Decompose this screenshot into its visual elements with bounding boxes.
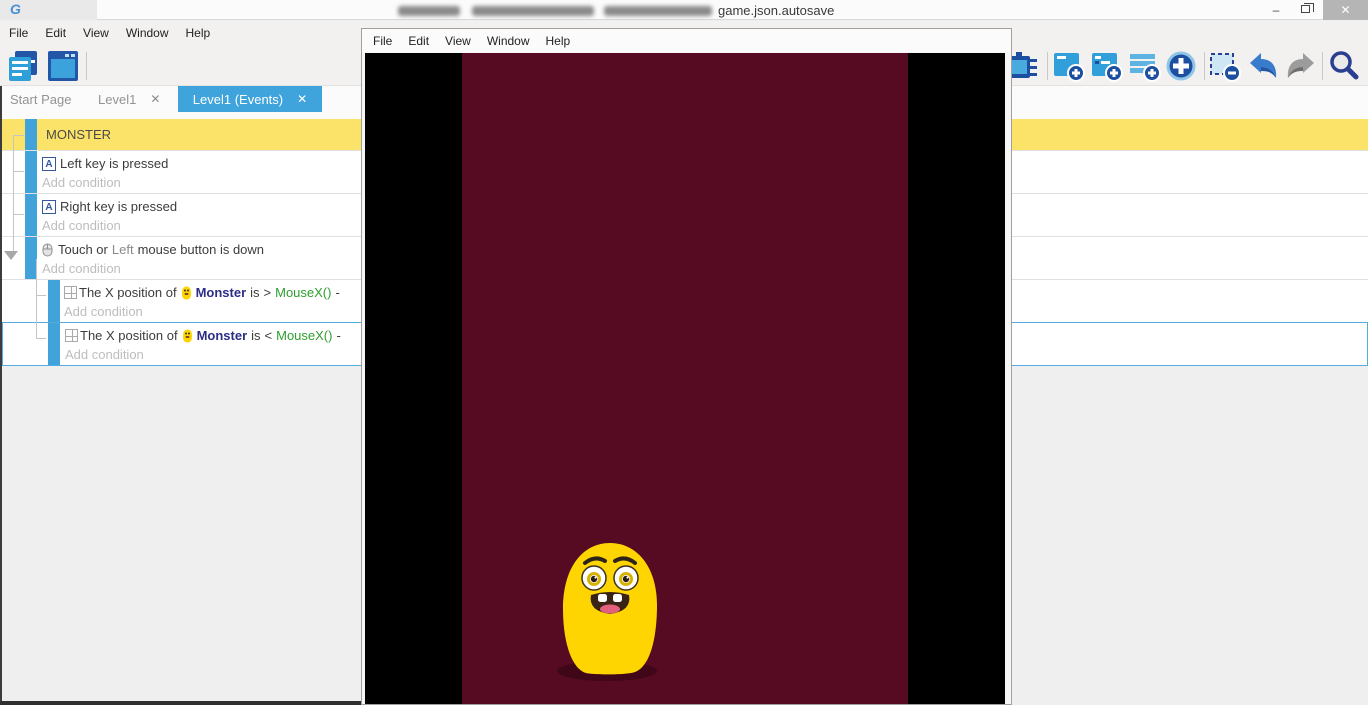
comment-text: MONSTER — [46, 127, 111, 142]
game-canvas[interactable] — [365, 53, 1005, 704]
operator: > — [264, 285, 272, 300]
events-editor-icon[interactable] — [7, 50, 39, 82]
menu-edit[interactable]: Edit — [408, 34, 429, 48]
game-preview-window: File Edit View Window Help — [361, 28, 1012, 705]
redacted-title-text — [472, 6, 594, 16]
add-other-event-icon[interactable] — [1165, 50, 1197, 82]
expression: MouseX() — [275, 285, 331, 300]
tree-line — [13, 135, 14, 257]
menu-view[interactable]: View — [83, 26, 109, 40]
event-bar — [48, 323, 60, 365]
event-bar — [25, 194, 37, 236]
add-condition-link[interactable]: Add condition — [64, 304, 143, 319]
tab-level1[interactable]: Level1 ✕ — [98, 86, 160, 112]
monster-object-icon — [182, 329, 193, 343]
minimize-button[interactable]: – — [1262, 0, 1290, 20]
add-condition-link[interactable]: Add condition — [42, 175, 121, 190]
scene-editor-icon[interactable] — [47, 50, 79, 82]
panel-left-edge — [0, 86, 2, 702]
menu-file[interactable]: File — [373, 34, 392, 48]
position-icon — [64, 286, 77, 299]
operator: < — [265, 328, 273, 343]
add-subevent-icon[interactable] — [1091, 50, 1123, 82]
menu-window[interactable]: Window — [126, 26, 169, 40]
collapse-expander-icon[interactable] — [4, 251, 18, 260]
app-logo-zone: G — [0, 0, 97, 20]
object-name: Monster — [197, 328, 248, 343]
tree-line — [13, 171, 24, 172]
undo-icon[interactable] — [1247, 50, 1279, 82]
position-icon — [65, 329, 78, 342]
restore-icon — [1301, 5, 1310, 13]
toolbar-separator — [1322, 52, 1323, 80]
condition-text: Touch or — [58, 242, 108, 257]
close-button[interactable]: ✕ — [1323, 0, 1368, 20]
title-bar: G game.json.autosave – ✕ — [0, 0, 1368, 20]
expression: MouseX() — [276, 328, 332, 343]
object-name: Monster — [196, 285, 247, 300]
close-tab-icon[interactable]: ✕ — [150, 92, 160, 106]
add-condition-link[interactable]: Add condition — [65, 347, 144, 362]
condition-text: is — [251, 328, 260, 343]
tree-line — [13, 214, 24, 215]
keyboard-icon: A — [42, 157, 56, 171]
condition-text: - — [335, 285, 339, 300]
tab-label: Level1 (Events) — [193, 92, 283, 107]
menu-help[interactable]: Help — [546, 34, 571, 48]
gdevelop-logo-icon: G — [10, 1, 21, 17]
event-bar — [48, 280, 60, 322]
menu-window[interactable]: Window — [487, 34, 530, 48]
add-condition-link[interactable]: Add condition — [42, 218, 121, 233]
tab-start-page[interactable]: Start Page — [10, 86, 71, 112]
condition-text: The X position of — [80, 328, 178, 343]
preview-menu-bar: File Edit View Window Help — [362, 29, 1011, 52]
event-bar — [25, 151, 37, 193]
toolbar-separator — [1204, 52, 1205, 80]
tree-line — [36, 338, 46, 339]
condition-text: mouse button is down — [138, 242, 264, 257]
menu-view[interactable]: View — [445, 34, 471, 48]
delete-event-icon[interactable] — [1209, 50, 1241, 82]
tab-label: Start Page — [10, 92, 71, 107]
event-bar — [25, 119, 37, 150]
keyboard-icon: A — [42, 200, 56, 214]
restore-button[interactable] — [1293, 0, 1321, 20]
menu-help[interactable]: Help — [186, 26, 211, 40]
tab-level1-events[interactable]: Level1 (Events) ✕ — [178, 86, 322, 112]
close-tab-icon[interactable]: ✕ — [297, 92, 307, 106]
condition-text: is — [250, 285, 259, 300]
toolbar-separator — [1047, 52, 1048, 80]
redacted-title-text — [398, 6, 460, 16]
toolbar-separator — [86, 52, 87, 80]
condition-text: Left key is pressed — [60, 156, 168, 171]
tree-line — [36, 295, 46, 296]
mouse-icon — [42, 243, 53, 257]
condition-text: Right key is pressed — [60, 199, 177, 214]
tab-label: Level1 — [98, 92, 136, 107]
redacted-title-text — [604, 6, 712, 16]
tree-line — [36, 259, 37, 339]
game-arena — [462, 53, 908, 704]
redo-icon[interactable] — [1285, 50, 1317, 82]
panel-bottom-edge — [0, 701, 362, 705]
monster-sprite — [545, 541, 675, 681]
tree-line — [13, 135, 24, 136]
condition-text: The X position of — [79, 285, 177, 300]
monster-object-icon — [181, 286, 192, 300]
condition-text: - — [336, 328, 340, 343]
condition-param: Left — [112, 242, 134, 257]
search-icon[interactable] — [1328, 50, 1360, 82]
menu-file[interactable]: File — [9, 26, 28, 40]
add-comment-icon[interactable] — [1129, 50, 1161, 82]
add-event-icon[interactable] — [1053, 50, 1085, 82]
menu-edit[interactable]: Edit — [45, 26, 66, 40]
add-condition-link[interactable]: Add condition — [42, 261, 121, 276]
window-title: game.json.autosave — [718, 3, 834, 18]
